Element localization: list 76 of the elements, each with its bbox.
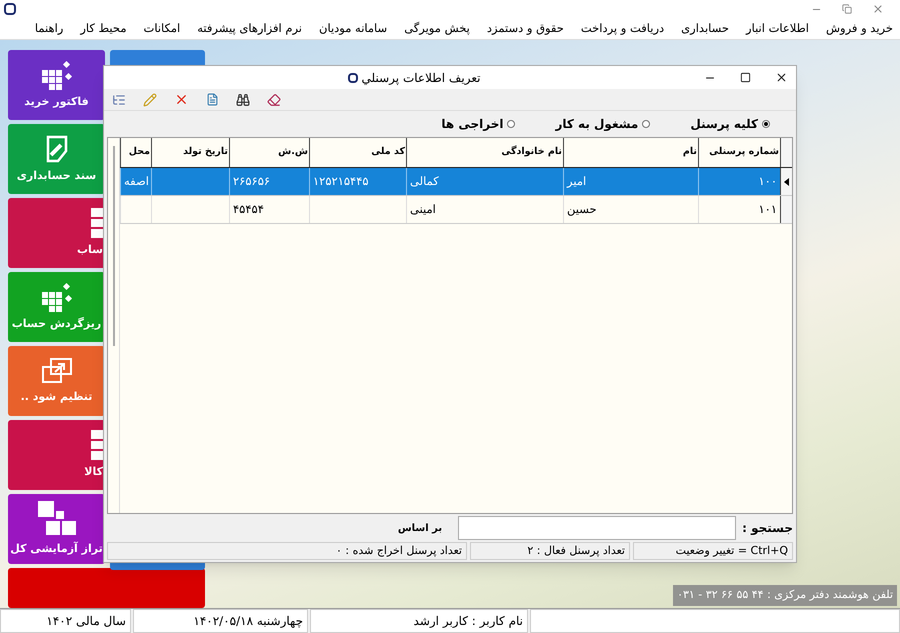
table-cell: امیر: [563, 168, 698, 195]
menu-item[interactable]: راهنما: [34, 20, 64, 38]
status-bar-panel: نام کاربر : کاربر ارشد: [310, 609, 528, 633]
menu-item[interactable]: حسابداری: [681, 20, 730, 38]
document-icon[interactable]: [206, 93, 219, 106]
menu-item[interactable]: اطلاعات انبار: [746, 20, 809, 38]
column-header[interactable]: کد ملی: [309, 138, 406, 167]
grid-icon: [91, 208, 103, 238]
table-cell: ۱۰۰: [698, 168, 780, 195]
table-cell: امینی: [406, 196, 563, 223]
table-row[interactable]: ۱۰۱ حسین امینی ۴۵۴۵۴: [120, 196, 792, 224]
status-panel: Ctrl+Q = تغییر وضعیت: [633, 542, 793, 560]
cube-grid-icon: [40, 60, 74, 90]
tree-list-icon[interactable]: [112, 92, 126, 106]
menu-item[interactable]: امکانات: [144, 20, 180, 38]
app-logo-icon: [4, 3, 16, 15]
external-window-icon: [40, 356, 72, 385]
menu-item[interactable]: محیط کار: [80, 20, 126, 38]
app-logo-icon: [348, 72, 358, 82]
menu-item[interactable]: نرم افزارهای پیشرفته: [197, 20, 302, 38]
binoculars-icon[interactable]: [236, 92, 250, 106]
column-header[interactable]: شماره پرسنلی: [698, 138, 780, 167]
tile-label: کالا: [84, 464, 103, 480]
search-label: جستجو :: [742, 520, 793, 537]
tile-label: تراز آزمایشی کل: [10, 540, 103, 557]
table-row[interactable]: ۱۰۰ امیر کمالی ۱۲۵۲۱۵۴۴۵ ۲۶۵۶۵۶ اصفه: [120, 168, 792, 196]
table-cell: حسین: [563, 196, 698, 223]
restore-icon[interactable]: [842, 4, 852, 14]
menu-item[interactable]: سامانه مودیان: [319, 20, 388, 38]
search-by-label: بر اساس: [398, 522, 442, 536]
table-cell: ۲۶۵۶۵۶: [229, 168, 309, 195]
table-cell: کمالی: [406, 168, 563, 195]
column-header[interactable]: محل: [120, 138, 151, 167]
table-cell: ۱۰۱: [698, 196, 780, 223]
pencil-icon[interactable]: [143, 92, 157, 106]
menu-item[interactable]: حقوق و دستمزد: [486, 20, 564, 38]
grid-icon: [91, 430, 103, 460]
tile[interactable]: فاکتور خرید: [8, 50, 105, 120]
tile-label: سند حسابداری: [16, 168, 96, 184]
column-header[interactable]: تاریخ تولد: [151, 138, 229, 167]
radio-button[interactable]: [762, 120, 770, 128]
tile-label: ساب: [76, 242, 103, 258]
eraser-icon[interactable]: [267, 92, 281, 106]
status-bar-panel: سال مالی ۱۴۰۲: [0, 609, 131, 633]
menu-item[interactable]: خرید و فروش: [826, 20, 893, 38]
status-panel: تعداد پرسنل اخراج شده : ۰: [107, 542, 467, 560]
cube-grid-icon: [40, 282, 74, 312]
column-header[interactable]: نام خانوادگی: [406, 138, 563, 167]
status-bar-panel: چهارشنبه ۱۴۰۲/۰۵/۱۸: [133, 609, 308, 633]
squares-icon: [38, 500, 76, 537]
status-panel: تعداد پرسنل فعال : ۲: [470, 542, 630, 560]
delete-icon[interactable]: [174, 92, 189, 107]
info-label: تلفن هوشمند دفتر مرکزی : ۴۴ ۵۵ ۶۶ ۳۲ - ۰۳۱: [673, 585, 897, 606]
radio-button[interactable]: [642, 120, 650, 128]
maximize-icon[interactable]: [740, 72, 751, 83]
table-cell: اصفه: [120, 168, 151, 195]
radio-option[interactable]: مشغول به کار: [555, 115, 650, 133]
column-header[interactable]: نام: [563, 138, 698, 167]
row-pointer-icon: [784, 178, 789, 186]
search-field[interactable]: [458, 516, 736, 540]
menu-item[interactable]: دریافت و پرداخت: [580, 20, 664, 38]
menu-item[interactable]: پخش مویرگی: [404, 20, 470, 38]
close-icon[interactable]: [774, 71, 788, 84]
tile[interactable]: تراز آزمایشی کل: [8, 494, 105, 564]
window-title: تعریف اطلاعات پرسنلي: [362, 70, 480, 86]
radio-option[interactable]: کلیه پرسنل: [690, 115, 770, 133]
radio-option[interactable]: اخراجی ها: [441, 115, 516, 133]
column-header[interactable]: ش.ش: [229, 138, 309, 167]
radio-button[interactable]: [507, 120, 516, 128]
tile-label: تنظیم شود ..: [20, 388, 92, 405]
table-cell: ۴۵۴۵۴: [229, 196, 309, 223]
table-cell: ۱۲۵۲۱۵۴۴۵: [309, 168, 406, 195]
tile-label: ریزگردش حساب: [12, 316, 102, 332]
tile-label: فاکتور خرید: [24, 94, 89, 110]
tile[interactable]: [8, 568, 205, 608]
scroll-bar[interactable]: [112, 146, 114, 346]
